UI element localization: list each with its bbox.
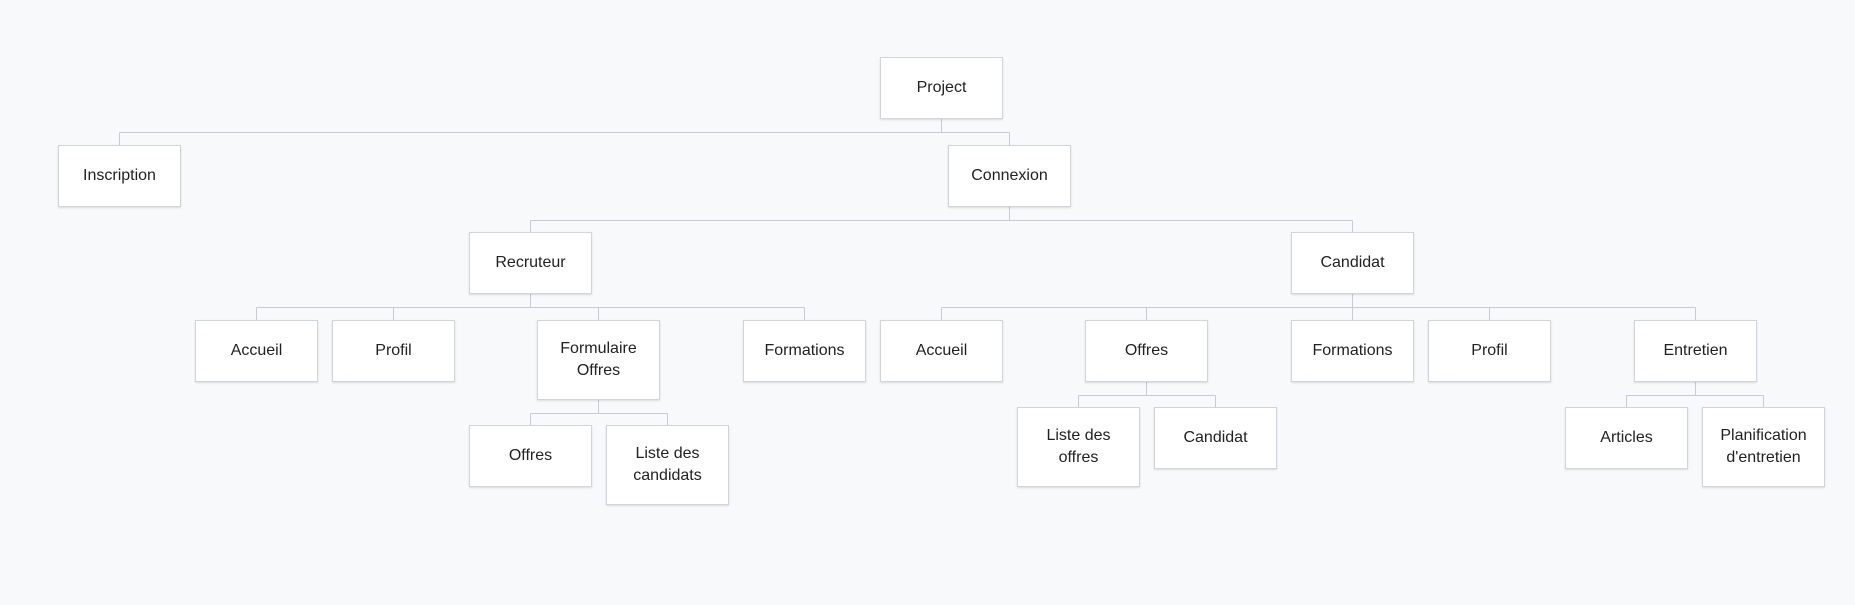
node-candidat-candidat[interactable]: Candidat [1154, 407, 1277, 469]
node-inscription[interactable]: Inscription [58, 145, 181, 207]
node-label: Recruteur [495, 254, 566, 271]
node-label: Articles [1600, 429, 1653, 446]
node-label: Entretien [1663, 342, 1728, 359]
node-label: Inscription [83, 167, 156, 184]
node-recruteur-offres[interactable]: Offres [469, 425, 592, 487]
node-candidat-profil[interactable]: Profil [1428, 320, 1551, 382]
node-candidat-liste-offres[interactable]: Liste des offres [1017, 407, 1140, 487]
node-candidat-formations[interactable]: Formations [1291, 320, 1414, 382]
node-label: Accueil [915, 342, 968, 359]
node-label: Profil [375, 342, 412, 359]
node-candidat-offres[interactable]: Offres [1085, 320, 1208, 382]
node-label: Project [916, 79, 967, 96]
node-label: Candidat [1183, 429, 1248, 446]
node-recruteur-formations[interactable]: Formations [743, 320, 866, 382]
node-label: Accueil [230, 342, 283, 359]
node-candidat-entretien[interactable]: Entretien [1634, 320, 1757, 382]
node-recruteur-profil[interactable]: Profil [332, 320, 455, 382]
node-label: Candidat [1320, 254, 1385, 271]
node-label: Offres [508, 447, 553, 464]
node-candidat-accueil[interactable]: Accueil [880, 320, 1003, 382]
node-label: Planification d'entretien [1720, 427, 1807, 466]
node-candidat[interactable]: Candidat [1291, 232, 1414, 294]
node-candidat-planification-entretien[interactable]: Planification d'entretien [1702, 407, 1825, 487]
node-recruteur-liste-candidats[interactable]: Liste des candidats [606, 425, 729, 505]
node-recruteur[interactable]: Recruteur [469, 232, 592, 294]
sitemap-diagram: Project Inscription Connexion Recruteur … [0, 0, 1855, 605]
node-recruteur-accueil[interactable]: Accueil [195, 320, 318, 382]
node-label: Connexion [971, 167, 1048, 184]
node-label: Liste des offres [1046, 427, 1111, 466]
node-connexion[interactable]: Connexion [948, 145, 1071, 207]
node-label: Formations [1312, 342, 1393, 359]
node-label: Liste des candidats [633, 445, 702, 484]
node-recruteur-formulaire-offres[interactable]: Formulaire Offres [537, 320, 660, 400]
node-label: Profil [1471, 342, 1508, 359]
node-project[interactable]: Project [880, 57, 1003, 119]
node-label: Formulaire Offres [560, 340, 637, 379]
node-label: Offres [1124, 342, 1169, 359]
node-candidat-articles[interactable]: Articles [1565, 407, 1688, 469]
node-label: Formations [764, 342, 845, 359]
